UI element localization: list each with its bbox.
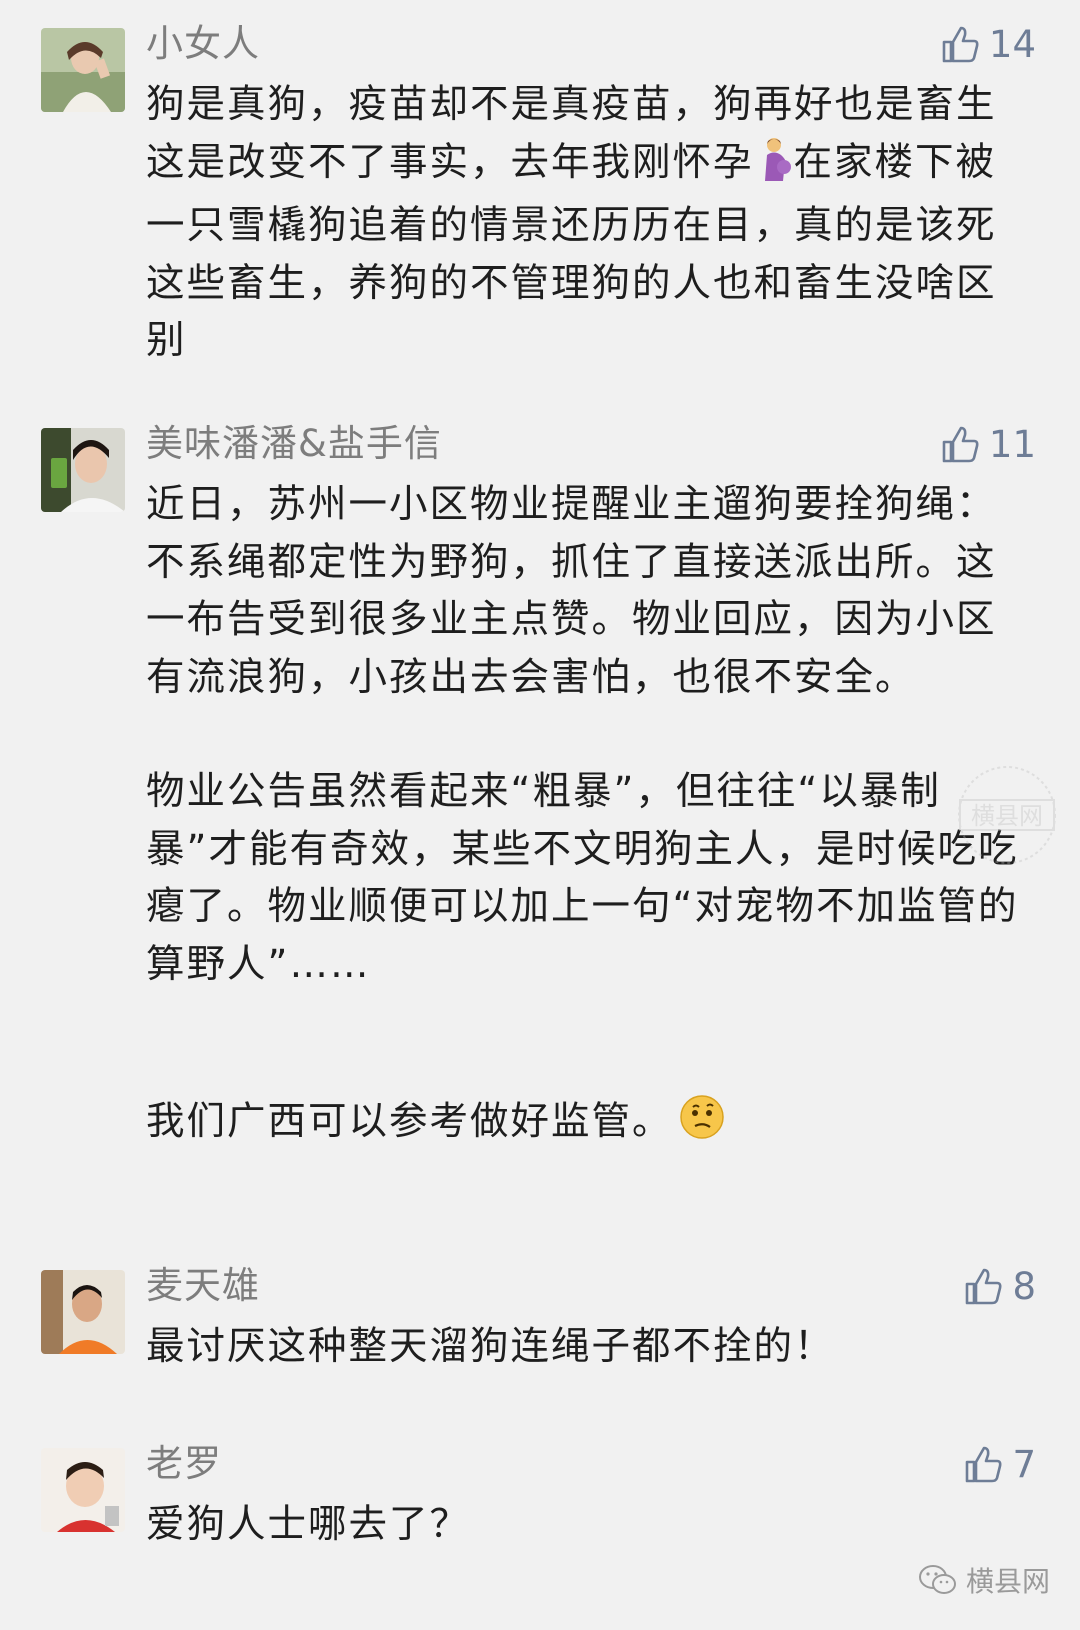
comment-text: 最讨厌这种整天溜狗连绳子都不拴的！: [146, 1318, 1034, 1376]
comment-paragraph: 近日，苏州一小区物业提醒业主遛狗要拴狗绳：不系绳都定性为野狗，抓住了直接送派出所…: [146, 482, 997, 700]
like-count: 7: [1012, 1442, 1036, 1486]
comment-paragraph: 最讨厌这种整天溜狗连绳子都不拴的！: [146, 1324, 835, 1369]
like-count: 11: [988, 422, 1036, 466]
like-button[interactable]: 7: [962, 1440, 1036, 1488]
like-count: 8: [1012, 1264, 1036, 1308]
thumbs-up-icon: [942, 26, 979, 63]
svg-text:横县网: 横县网: [971, 802, 1043, 830]
avatar[interactable]: [41, 1448, 125, 1532]
commenter-name[interactable]: 麦天雄: [146, 1262, 260, 1310]
footer-brand-label: 横县网: [965, 1565, 1050, 1598]
commenter-name[interactable]: 老罗: [146, 1440, 222, 1488]
avatar[interactable]: [41, 428, 125, 512]
thumbs-up-icon: [966, 1446, 1002, 1483]
comment-paragraph: 爱狗人士哪去了？: [146, 1502, 471, 1547]
comment-paragraph: 物业公告虽然看起来“粗暴”，但往往“以暴制暴”才能有奇效，某些不文明狗主人，是时…: [146, 769, 1019, 987]
avatar[interactable]: [41, 28, 125, 112]
thumbs-up-icon: [966, 1268, 1002, 1305]
watermark-seal: 横县网: [952, 760, 1072, 880]
thinking-face-emoji: [679, 1094, 725, 1157]
comment-text: 狗是真狗，疫苗却不是真疫苗，狗再好也是畜生这是改变不了事实，去年我刚怀孕 在家楼下…: [146, 76, 1034, 370]
comment-paragraph: 我们广西可以参考做好监管。: [146, 1099, 673, 1144]
comment-text: 爱狗人士哪去了？: [146, 1496, 1034, 1554]
avatar[interactable]: [41, 1270, 125, 1354]
pregnant-woman-emoji: [754, 137, 794, 198]
thumbs-up-icon: [942, 426, 979, 463]
like-button[interactable]: 11: [939, 420, 1036, 468]
commenter-name[interactable]: 小女人: [146, 20, 260, 68]
comment-text: 近日，苏州一小区物业提醒业主遛狗要拴狗绳：不系绳都定性为野狗，抓住了直接送派出所…: [146, 476, 1034, 1157]
like-count: 14: [988, 22, 1036, 66]
like-button[interactable]: 8: [962, 1262, 1036, 1310]
commenter-name[interactable]: 美味潘潘&盐手信: [146, 420, 442, 468]
like-button[interactable]: 14: [939, 20, 1036, 68]
wechat-icon: [918, 1565, 956, 1594]
footer-brand: 横县网: [918, 1560, 1050, 1600]
